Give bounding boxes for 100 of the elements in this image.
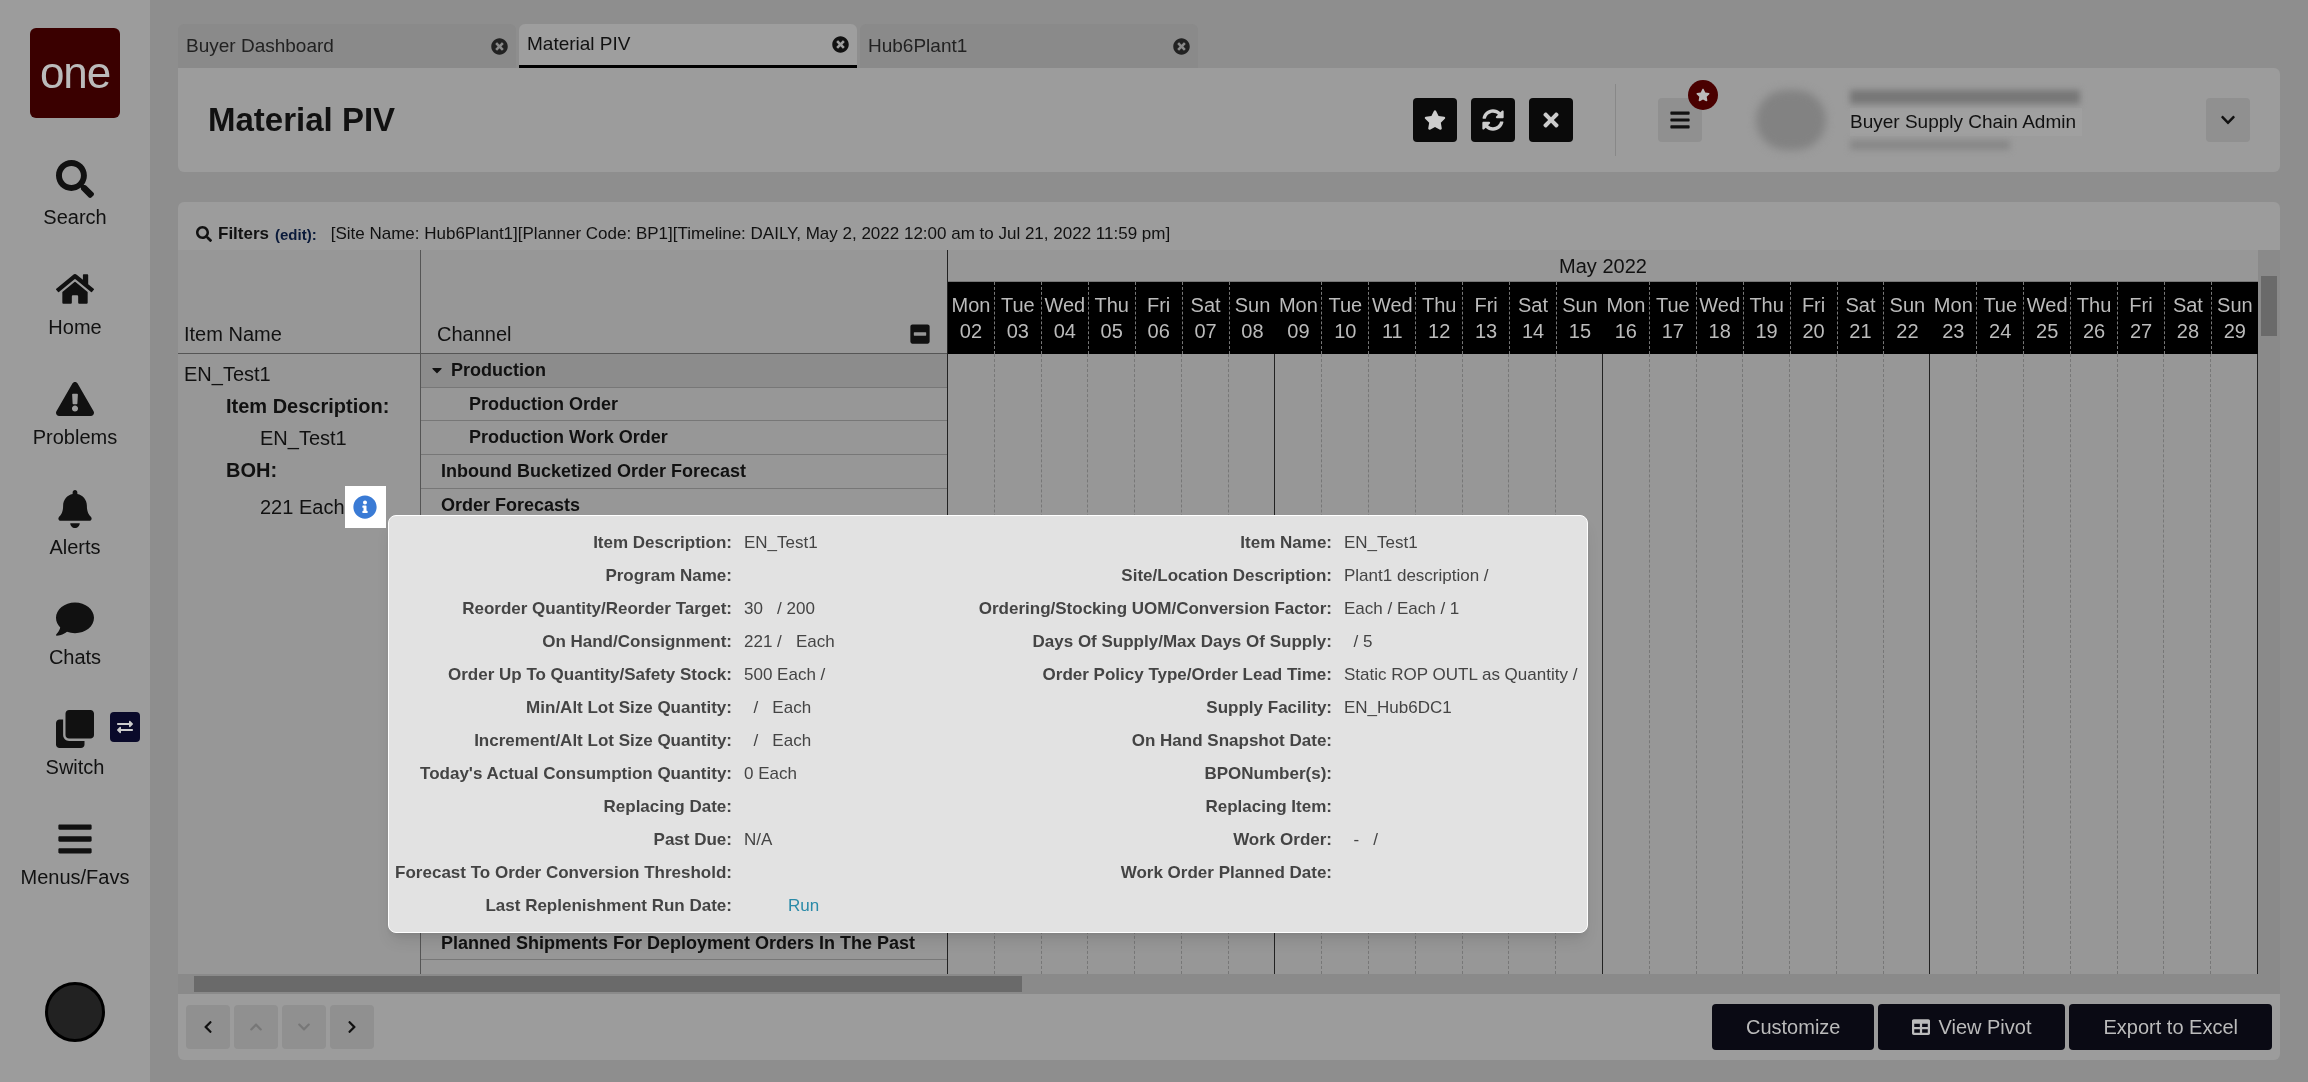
toolbar-button[interactable]: Export to Excel [2069, 1004, 2272, 1050]
sidebar-item[interactable]: Alerts [49, 490, 101, 562]
detail-value: / Each [752, 731, 812, 750]
detail-value: Plant1 description / [1344, 566, 1489, 585]
column-header: Item Name [184, 322, 282, 347]
page-tab[interactable]: Hub6Plant1 [860, 24, 1198, 68]
day-header: Wed 18 [1696, 282, 1744, 354]
close-icon[interactable] [491, 37, 508, 55]
close-icon[interactable] [1173, 37, 1190, 55]
dropdown-button[interactable] [2206, 98, 2250, 142]
detail-label: BPONumber(s): [1203, 763, 1333, 784]
day-header: Wed 25 [2024, 282, 2072, 354]
search-icon [196, 226, 212, 242]
day-header: Mon 02 [948, 282, 995, 354]
sidebar-item[interactable]: Home [48, 270, 102, 342]
field-value: EN_Test1 [259, 426, 348, 452]
detail-label: Past Due: [652, 829, 733, 850]
detail-value: 500 Each / [744, 665, 826, 684]
detail-value: EN_Hub6DC1 [1344, 698, 1452, 717]
horizontal-scrollbar[interactable] [178, 974, 2280, 994]
swap-badge-icon[interactable] [110, 712, 141, 742]
field-value: 221 Each [260, 495, 345, 520]
sidebar-item[interactable]: Search [43, 160, 107, 232]
detail-value: - / [1352, 830, 1378, 849]
sidebar-item[interactable]: Menus/Favs [20, 820, 130, 892]
page-tab[interactable]: Material PIV [519, 24, 857, 68]
info-icon[interactable] [344, 486, 386, 528]
day-header: Thu 12 [1416, 282, 1464, 354]
user-photo [1756, 90, 1826, 150]
day-header: Thu 19 [1743, 282, 1791, 354]
favorite-button[interactable] [1413, 98, 1457, 142]
detail-value: Static ROP OUTL as Quantity / [1344, 665, 1578, 684]
detail-value: 30 / 200 [744, 599, 815, 618]
day-header: Mon 23 [1930, 282, 1978, 354]
day-header: Sat 14 [1510, 282, 1557, 354]
detail-value: / Each [752, 698, 812, 717]
column-header: Channel [437, 322, 512, 347]
detail-label: Replacing Date: [602, 796, 733, 817]
collapse-icon[interactable] [909, 323, 931, 345]
detail-label: Order Policy Type/Order Lead Time: [1041, 664, 1333, 685]
detail-label: Work Order Planned Date: [1119, 862, 1333, 883]
detail-value: / 5 [1352, 632, 1373, 651]
detail-label: Program Name: [604, 565, 733, 586]
toolbar-button[interactable]: View Pivot [1878, 1004, 2066, 1050]
menu-button[interactable] [1658, 98, 1702, 142]
detail-label: Replacing Item: [1204, 796, 1333, 817]
sidebar-item[interactable]: Switch [45, 710, 105, 782]
app-logo[interactable]: one [30, 28, 120, 118]
channel-label: Production Work Order [469, 426, 668, 450]
day-header: Wed 11 [1369, 282, 1417, 354]
day-header: Tue 24 [1977, 282, 2025, 354]
detail-label: Work Order: [1232, 829, 1333, 850]
detail-value: Each / Each / 1 [1344, 599, 1460, 618]
close-button[interactable] [1529, 98, 1573, 142]
menu-icon [1669, 109, 1691, 131]
day-header: Mon 16 [1602, 282, 1650, 354]
refresh-button[interactable] [1471, 98, 1515, 142]
detail-label: Reorder Quantity/Reorder Target: [461, 598, 733, 619]
filters-label: Filters [218, 222, 270, 245]
close-icon[interactable] [832, 36, 849, 53]
channel-label: Production [451, 358, 546, 382]
user-role: Buyer Supply Chain Admin [1850, 107, 2082, 137]
detail-value: EN_Test1 [1344, 533, 1418, 552]
sidebar-item[interactable]: Chats [48, 600, 102, 672]
day-header: Sun 15 [1561, 293, 1599, 344]
item-name: EN_Test1 [184, 362, 272, 388]
search-icon [56, 160, 94, 198]
detail-label: On Hand/Consignment: [541, 631, 733, 652]
day-header: Mon 09 [1275, 282, 1323, 354]
detail-label: Forecast To Order Conversion Threshold: [394, 862, 733, 883]
detail-label: Item Name: [1239, 532, 1333, 553]
filter-summary: [Site Name: Hub6Plant1][Planner Code: BP1][Timeline: DAILY, May 2, 2022 12:00 am to Jul 21, 2022 11:59 pm] [330, 222, 1171, 245]
detail-label: Order Up To Quantity/Safety Stock: [447, 664, 733, 685]
detail-label: Last Replenishment Run Date: [484, 895, 733, 916]
page-tab[interactable]: Buyer Dashboard [178, 24, 516, 68]
channel-label: Order Forecasts [441, 493, 581, 517]
warning-icon [56, 380, 94, 418]
day-header: Sun 22 [1888, 293, 1927, 344]
bell-icon [56, 490, 94, 528]
edit-link[interactable]: (edit): [275, 223, 317, 246]
avatar-icon[interactable] [45, 982, 105, 1042]
page-title: Material PIV [208, 100, 396, 141]
detail-label: Item Description: [592, 532, 733, 553]
day-header: Tue 03 [994, 282, 1042, 354]
toolbar-button[interactable]: Customize [1712, 1004, 1875, 1050]
field-label: Item Description: [225, 394, 391, 419]
day-header: Thu 05 [1088, 282, 1136, 354]
table-icon [1912, 1018, 1931, 1036]
field-label: BOH: [225, 458, 279, 483]
detail-label: Min/Alt Lot Size Quantity: [525, 697, 733, 718]
vertical-scrollbar[interactable] [2258, 250, 2280, 974]
sidebar-item[interactable]: Problems [32, 380, 118, 452]
detail-label: Ordering/Stocking UOM/Conversion Factor: [977, 598, 1333, 619]
detail-label: Site/Location Description: [1120, 565, 1333, 586]
channel-label: Inbound Bucketized Order Forecast [441, 459, 747, 483]
detail-label: Days Of Supply/Max Days Of Supply: [1031, 631, 1333, 652]
chat-bubble-icon [56, 600, 94, 638]
refresh-icon [1482, 109, 1504, 131]
day-header: Sun 29 [2216, 293, 2254, 344]
detail-label: Today's Actual Consumption Quantity: [419, 763, 733, 784]
